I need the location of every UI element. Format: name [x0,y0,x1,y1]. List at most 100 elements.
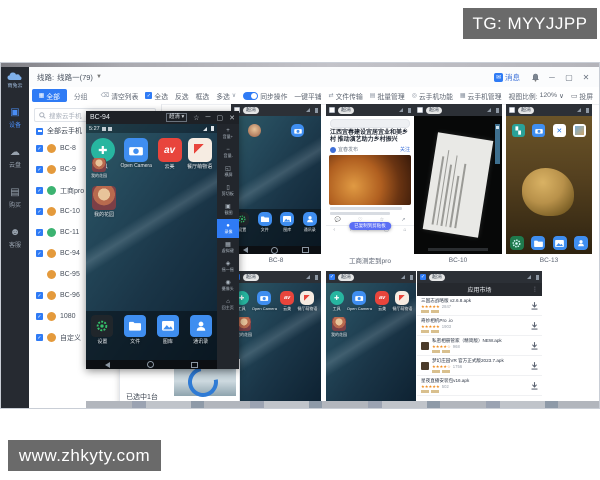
toolbar-action-3[interactable]: 框选 [196,91,210,101]
store-row[interactable]: 奇妙相机Pro .io★★★★★1903 [417,316,542,336]
cast-screen-button[interactable]: ▭ 投屏 [571,91,593,101]
phone-screen-preview[interactable]: ▚ ✕ [506,116,592,254]
app-x[interactable]: ✕ [553,124,566,137]
device-checkbox[interactable]: ✓ [36,313,43,320]
video-preview[interactable] [414,116,502,254]
quality-dropdown[interactable]: 超清 ▾ [166,113,187,122]
preview-cell-article[interactable]: 超清 江西宜春建设宜居宜业和美乡村 推动演艺助力乡村振兴 宜春发布 关注 已复制… [326,104,414,266]
app-opencamera[interactable]: Open Camera [252,291,277,312]
app-yunmei[interactable]: av云美 [158,138,182,170]
app-opencamera[interactable]: Open Camera [347,291,372,312]
strip-1-button[interactable]: −音量- [217,143,239,162]
toolbar-action-4[interactable]: 多选∨ [216,91,236,101]
strip-8-button[interactable]: ◉摄像头 [217,276,239,295]
app-restaurant[interactable]: 餐厅萌物语 [392,291,412,312]
video-progress-bar[interactable] [428,248,488,251]
toolbar-action-6[interactable]: 一键平铺 [294,91,321,101]
preview-checkbox[interactable]: ✓ [420,274,426,280]
app-garden[interactable]: 我的花园 [91,158,107,179]
device-checkbox[interactable]: ✓ [36,166,43,173]
toolbar-action-10[interactable]: ▦云手机管理 [460,91,502,101]
device-checkbox[interactable]: ✓ [36,208,43,215]
store-row[interactable]: 三国志战略版 v2.6.8.apk★★★★★2847 [417,296,542,316]
select-all-checkbox[interactable] [36,128,43,135]
files-folder-icon[interactable] [531,236,545,250]
toolbar-action-1[interactable]: ✓全选 [145,91,168,101]
dock-item-image[interactable]: 图库 [157,315,179,345]
back-icon[interactable] [243,247,248,253]
toolbar-action-2[interactable]: 反选 [175,91,189,101]
app-yunmei[interactable]: av云美 [375,291,389,312]
kebab-menu-icon[interactable]: ⋮ [532,286,538,293]
dock-item-gear[interactable]: 设置 [91,315,113,345]
view-scale-control[interactable]: 视图比例: 120% ∨ [509,91,564,101]
app-gallery[interactable] [573,124,586,137]
preview-checkbox[interactable] [417,107,423,113]
strip-7-button[interactable]: ◈摇一摇 [217,257,239,276]
sidebar-item-buy[interactable]: ▤购买 [9,187,21,209]
download-icon[interactable] [531,362,538,370]
sidebar-item-support[interactable]: ☻客服 [9,227,21,249]
back-icon[interactable]: ‹ [333,227,335,233]
back-icon[interactable] [105,362,110,368]
sidebar-item-devices[interactable]: ▣设备 [9,107,21,129]
app-opencamera[interactable]: Open Camera [120,138,151,170]
store-row[interactable]: 私密相册管家（精简版）NEW.apk★★★★☆968 [417,336,542,356]
close-button[interactable]: ✕ [579,70,593,84]
phone-screen-preview[interactable]: 设置文件图库通讯录 [231,116,321,254]
download-icon[interactable] [531,342,538,350]
download-icon[interactable] [531,302,538,310]
phone-window-header[interactable]: BC-94 超清 ▾ ☆ ─ ▢ ✕ [86,111,239,124]
strip-5-button[interactable]: ●录像 [217,219,239,238]
app-restaurant[interactable]: 餐厅萌物语 [297,291,317,312]
device-checkbox[interactable]: ✓ [36,334,43,341]
dock-item-person[interactable]: 通讯录 [303,212,317,233]
toolbar-action-0[interactable]: ⌫清空列表 [101,91,139,101]
dock-item-folder[interactable]: 文件 [124,315,146,345]
follow-button[interactable]: 关注 [400,146,410,153]
device-checkbox[interactable]: ✓ [36,250,43,257]
browser-page-preview[interactable]: 江西宜春建设宜居宜业和美乡村 推动演艺助力乡村振兴 宜春发布 关注 已复制到剪贴… [326,116,414,254]
dock-item-folder[interactable]: 文件 [258,212,272,233]
maximize-button[interactable]: ▢ [562,70,576,84]
store-row[interactable]: 星夜直播安装包v16.apk★★★★★502 [417,376,542,396]
strip-2-button[interactable]: ◱横屏 [217,162,239,181]
tab-all-devices[interactable]: ▦ 全部 [32,89,67,102]
comment-icon[interactable]: 💬 [335,217,341,223]
strip-9-button[interactable]: ⌂回主页 [217,295,239,314]
device-checkbox[interactable]: ✓ [36,229,43,236]
home-icon[interactable] [147,361,154,368]
phone-screen[interactable]: 5:27 ✚工具Open Cameraav云美餐厅萌物语 我的花园 设置文件图库… [86,124,217,369]
app-tile[interactable]: ▚ [512,124,525,137]
device-checkbox[interactable]: ✓ [36,187,43,194]
preview-cell-appstore[interactable]: ✓ 超清 应用市场 ⋮ 三国志战略版 v2.6.8.apk★★★★★2847奇妙… [417,271,542,401]
phone-minimize-button[interactable]: ─ [206,114,211,121]
recents-icon[interactable] [302,247,309,253]
dock-item-person[interactable]: 通讯录 [190,315,212,345]
download-icon[interactable] [531,382,538,390]
gallery-image-icon[interactable] [553,236,567,250]
app-tools[interactable]: ✚工具 [330,291,344,312]
route-select[interactable]: 线路: 线路一(79) ▼ [37,72,102,83]
app-avatar[interactable] [248,124,261,143]
phone-screen-preview[interactable]: ✚工具Open Cameraav云美餐厅萌物语我的花园 [326,283,416,401]
contacts-person-icon[interactable] [574,236,588,250]
toolbar-action-5[interactable]: 同步操作 [243,91,287,101]
device-checkbox[interactable]: ✓ [36,292,43,299]
minimize-button[interactable]: ─ [545,70,559,84]
settings-gear-icon[interactable] [510,236,524,250]
home-icon[interactable] [271,247,278,254]
preview-checkbox[interactable] [509,107,515,113]
strip-6-button[interactable]: ▦虚拟键 [217,238,239,257]
share-icon[interactable]: ↗ [401,217,405,223]
preview-checkbox[interactable] [329,107,335,113]
toolbar-action-7[interactable]: ⇄文件传输 [329,91,363,101]
preview-cell-home2[interactable]: ✓ 超清 ✚工具Open Cameraav云美餐厅萌物语我的花园 [326,271,416,401]
preview-cell-lion[interactable]: 超清 ▚ ✕ BC-13 [506,104,592,266]
app-restaurant[interactable]: 餐厅萌物语 [187,138,212,170]
download-icon[interactable] [531,322,538,330]
select-all-checkbox[interactable]: ✓ [145,92,152,99]
app-store-preview[interactable]: 应用市场 ⋮ 三国志战略版 v2.6.8.apk★★★★★2847奇妙相机Pro… [417,283,542,401]
strip-3-button[interactable]: ▯剪切板 [217,181,239,200]
store-row[interactable]: 梦幻庄园VR 官方正式版2023.7.apk★★★★☆1756 [417,356,542,376]
